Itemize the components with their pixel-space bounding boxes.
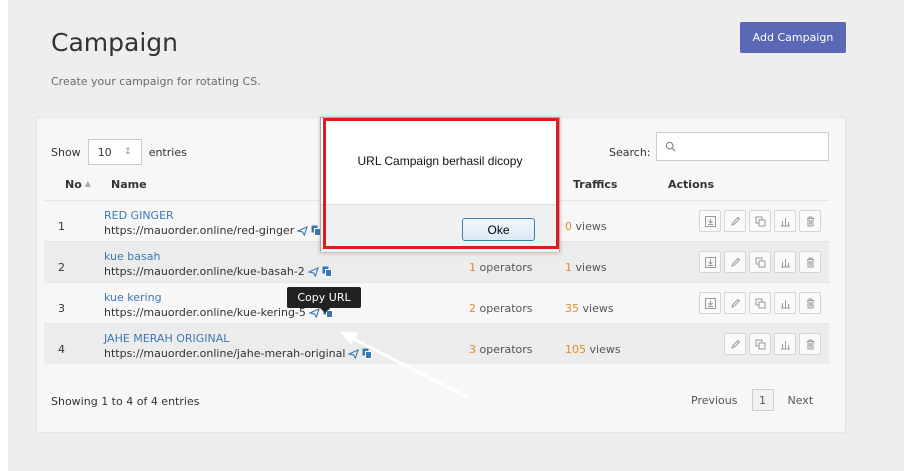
alert-dialog: URL Campaign berhasil dicopy Oke — [320, 117, 560, 252]
ok-button[interactable]: Oke — [462, 218, 535, 241]
dialog-button-bar: Oke — [321, 204, 559, 252]
dialog-message: URL Campaign berhasil dicopy — [357, 154, 523, 168]
